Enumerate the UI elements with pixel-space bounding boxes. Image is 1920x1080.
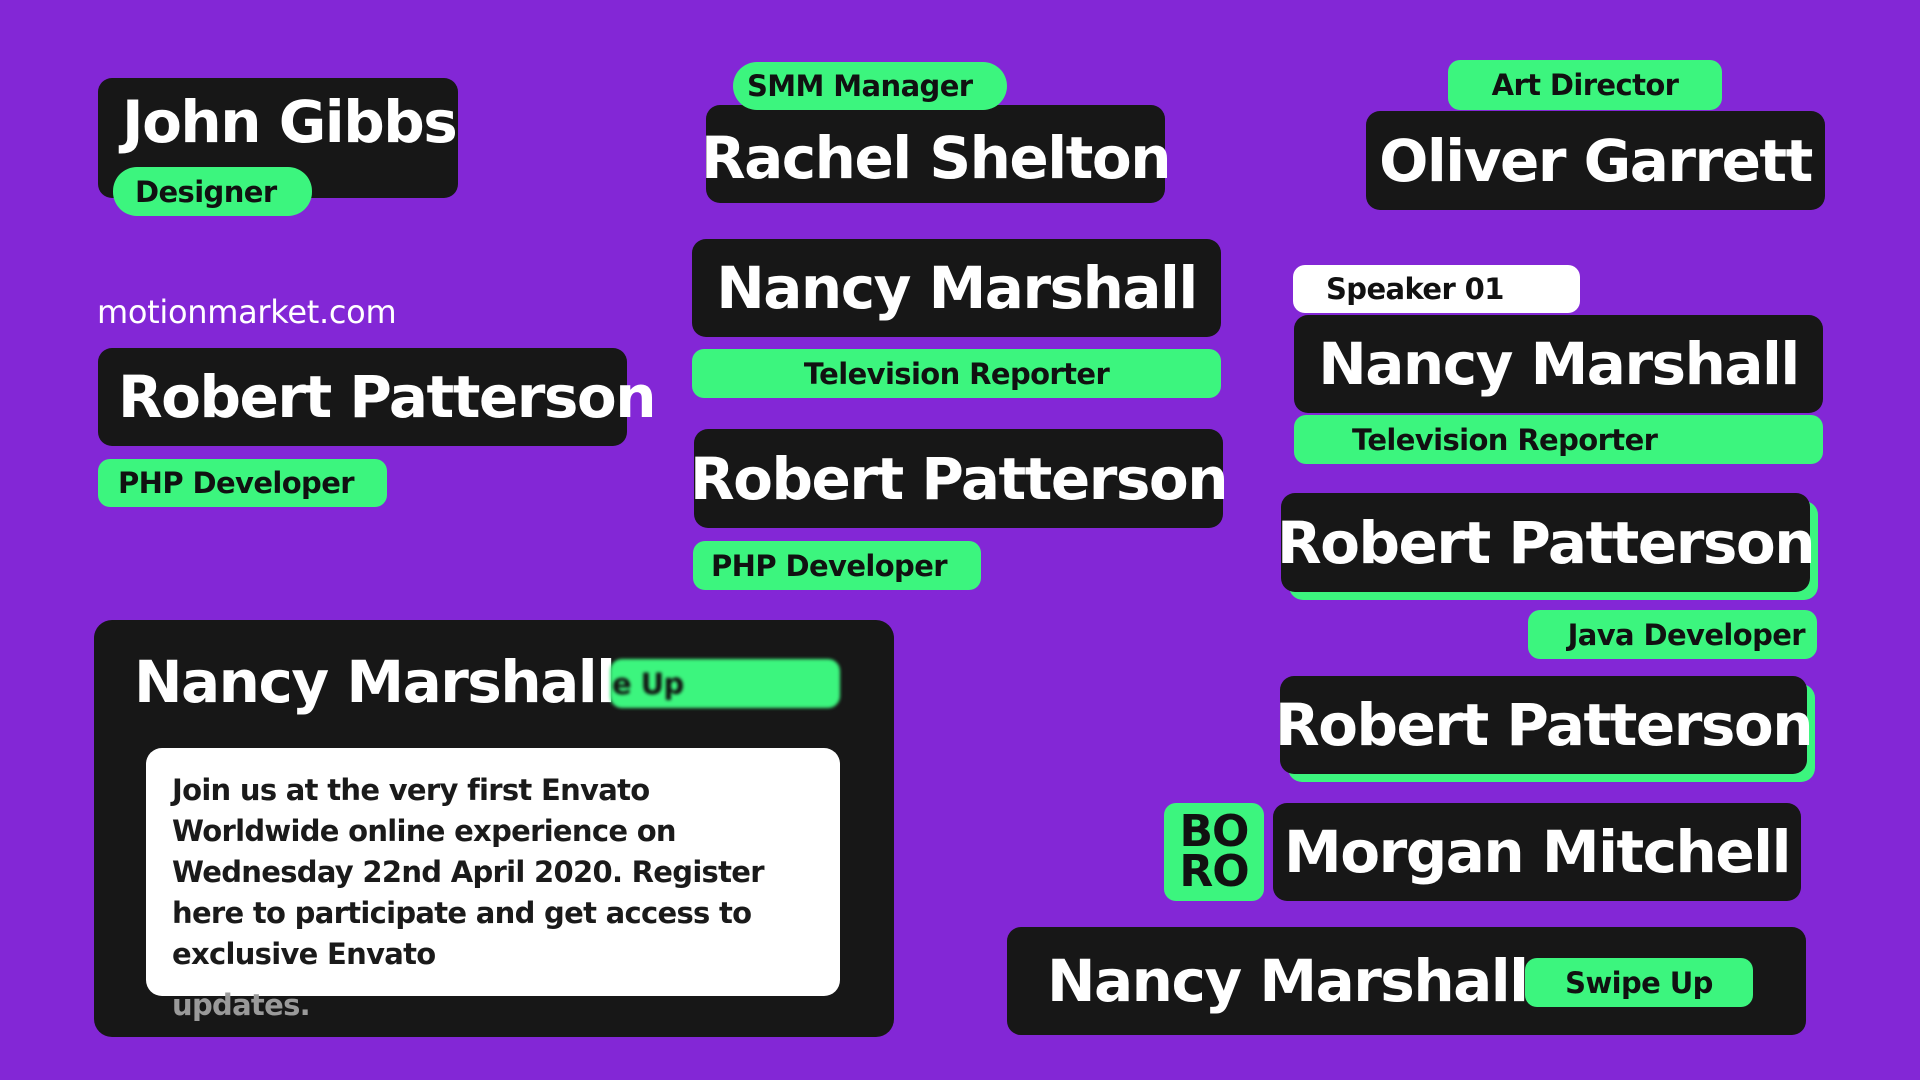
name-text: Robert Patterson bbox=[1276, 508, 1816, 577]
role-pill-television-reporter-right: Television Reporter bbox=[1294, 415, 1823, 464]
role-text: SMM Manager bbox=[747, 69, 973, 103]
name-text: Nancy Marshall bbox=[1318, 330, 1800, 398]
role-pill-java-developer: Java Developer bbox=[1528, 610, 1817, 659]
name-text: Robert Patterson bbox=[689, 444, 1229, 513]
name-text: Oliver Garrett bbox=[1379, 126, 1813, 195]
card-swipe-up-label: e Up bbox=[612, 666, 684, 701]
website-label: motionmarket.com bbox=[97, 293, 397, 331]
card-body-faded-text: updates. bbox=[172, 988, 311, 1022]
role-pill-television-reporter-mid: Television Reporter bbox=[692, 349, 1221, 398]
name-text: Robert Patterson bbox=[1274, 691, 1814, 759]
role-pill-php-developer-mid: PHP Developer bbox=[693, 541, 981, 590]
name-text: Nancy Marshall bbox=[1047, 947, 1529, 1015]
boro-logo: BO RO bbox=[1164, 803, 1264, 901]
name-box-robert-patterson-right-2: Robert Patterson bbox=[1275, 676, 1814, 774]
logo-line-2: RO bbox=[1179, 846, 1249, 897]
role-pill-smm-manager: SMM Manager bbox=[733, 62, 1007, 110]
name-text: John Gibbs bbox=[122, 88, 458, 156]
role-pill-art-director: Art Director bbox=[1448, 60, 1722, 110]
role-text: Designer bbox=[135, 174, 277, 209]
name-text: Robert Patterson bbox=[118, 363, 657, 431]
name-text: Morgan Mitchell bbox=[1284, 818, 1791, 886]
swipe-up-button[interactable]: Swipe Up bbox=[1525, 958, 1753, 1007]
card-swipe-up-button[interactable]: e Up bbox=[610, 659, 840, 708]
card-body-text: Join us at the very first Envato Worldwi… bbox=[172, 773, 765, 971]
name-box-nancy-marshall-right: Nancy Marshall bbox=[1294, 315, 1823, 413]
name-box-robert-patterson-mid: Robert Patterson bbox=[690, 429, 1229, 528]
role-text: Television Reporter bbox=[803, 356, 1110, 391]
name-box-robert-patterson-left: Robert Patterson bbox=[98, 348, 657, 446]
role-text: PHP Developer bbox=[118, 466, 355, 500]
speaker-tag-text: Speaker 01 bbox=[1326, 272, 1504, 306]
card-name: Nancy Marshall bbox=[134, 648, 616, 716]
name-box-nancy-marshall-mid: Nancy Marshall bbox=[692, 239, 1221, 337]
role-pill-designer: Designer bbox=[113, 167, 312, 216]
speaker-tag: Speaker 01 bbox=[1293, 265, 1580, 313]
name-box-rachel-shelton: Rachel Shelton bbox=[701, 105, 1172, 203]
card-body: Join us at the very first Envato Worldwi… bbox=[146, 748, 840, 1022]
name-box-robert-patterson-right-1: Robert Patterson bbox=[1277, 493, 1816, 592]
role-text: Java Developer bbox=[1567, 617, 1806, 652]
role-text: Art Director bbox=[1491, 68, 1679, 102]
role-pill-php-developer-left: PHP Developer bbox=[98, 459, 387, 507]
name-text: Nancy Marshall bbox=[716, 254, 1198, 322]
role-text: Television Reporter bbox=[1352, 422, 1658, 457]
role-text: PHP Developer bbox=[711, 548, 948, 583]
name-box-oliver-garrett: Oliver Garrett bbox=[1366, 111, 1825, 210]
name-box-morgan-mitchell: Morgan Mitchell bbox=[1273, 803, 1801, 901]
name-text: Rachel Shelton bbox=[700, 124, 1172, 192]
swipe-up-label: Swipe Up bbox=[1565, 965, 1713, 1000]
